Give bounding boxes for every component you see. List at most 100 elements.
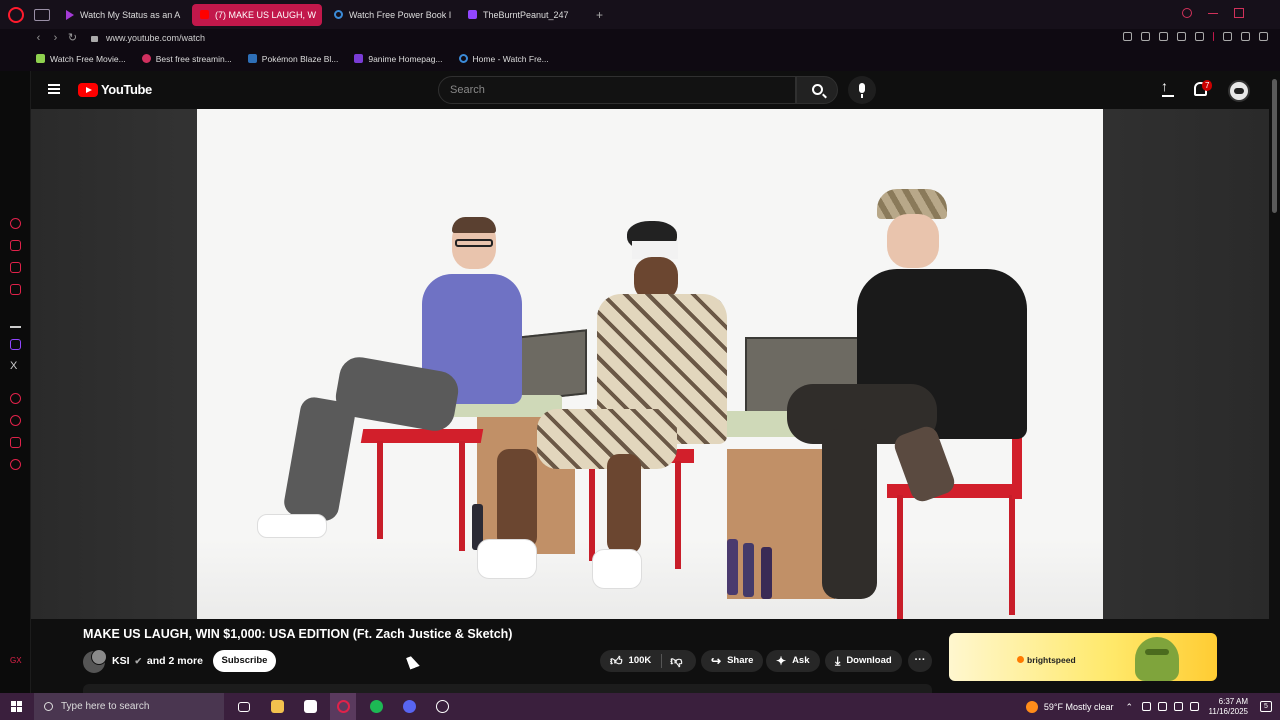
- volume-icon[interactable]: [1189, 702, 1199, 711]
- chair-leg: [459, 441, 465, 551]
- url-field[interactable]: www.youtube.com/watch: [106, 33, 205, 43]
- gx-corner-icon[interactable]: [10, 262, 21, 273]
- minimize-icon[interactable]: [1208, 13, 1218, 15]
- subscribe-button[interactable]: Subscribe: [213, 650, 276, 672]
- file-explorer-icon[interactable]: [264, 693, 290, 720]
- snapshot-icon[interactable]: [1141, 32, 1150, 41]
- history-icon[interactable]: [10, 415, 21, 426]
- bottle: [727, 539, 738, 595]
- discord-icon[interactable]: [396, 693, 422, 720]
- bookmark-item[interactable]: Pokémon Blaze Bl...: [247, 54, 338, 64]
- steam-icon[interactable]: [429, 693, 455, 720]
- heart-icon[interactable]: [1195, 32, 1204, 41]
- account-avatar[interactable]: [1228, 80, 1250, 102]
- channel-label: KSI: [112, 655, 130, 667]
- chair-leg: [897, 495, 903, 619]
- channel-name[interactable]: KSI ✔ and 2 more: [112, 655, 203, 667]
- channel-avatar[interactable]: [83, 649, 107, 673]
- like-icon[interactable]: 👍︎: [610, 650, 623, 672]
- wallet-icon[interactable]: [1223, 32, 1232, 41]
- bag-icon[interactable]: [10, 240, 21, 251]
- opera-logo-icon[interactable]: [8, 6, 24, 23]
- video-frame[interactable]: [197, 109, 1103, 619]
- search-button[interactable]: [796, 76, 838, 104]
- notification-badge: 7: [1202, 80, 1213, 91]
- bookmark-item[interactable]: Watch Free Movie...: [36, 54, 126, 64]
- youtube-logo[interactable]: YouTube: [78, 82, 152, 97]
- vpn-icon[interactable]: [1159, 32, 1168, 41]
- chair-leg: [377, 441, 383, 539]
- page-scrollbar[interactable]: [1269, 71, 1280, 693]
- close-icon[interactable]: [1260, 8, 1270, 18]
- window-controls: [1182, 8, 1270, 18]
- aria-icon[interactable]: [10, 218, 21, 229]
- store-icon[interactable]: [297, 693, 323, 720]
- download-button[interactable]: ⤓ Download: [825, 650, 902, 672]
- messenger-icon[interactable]: [10, 284, 21, 295]
- player-icon[interactable]: [1177, 32, 1186, 41]
- gx-mark-icon[interactable]: GX: [10, 655, 22, 666]
- like-dislike-group: 👍︎ 100K 👎︎: [600, 650, 696, 672]
- forward-icon[interactable]: ›: [47, 32, 64, 44]
- settings-icon[interactable]: [10, 459, 21, 470]
- opera-sidebar: X GX: [0, 71, 31, 693]
- tab-search-icon[interactable]: [1182, 8, 1192, 18]
- scrollbar-thumb[interactable]: [1272, 79, 1277, 213]
- bookmark-item[interactable]: Best free streamin...: [141, 53, 232, 64]
- ask-label: Ask: [792, 655, 810, 666]
- new-tab-button[interactable]: +: [596, 8, 603, 22]
- create-icon[interactable]: [1161, 78, 1174, 97]
- windows-start-icon[interactable]: [11, 701, 22, 712]
- voice-search-button[interactable]: [848, 76, 876, 104]
- reload-icon[interactable]: ↻: [64, 31, 81, 44]
- ad-character-image: [1135, 637, 1179, 681]
- music-player-icon[interactable]: [10, 393, 21, 404]
- taskbar-search-input[interactable]: Type here to search: [34, 693, 224, 720]
- video-player[interactable]: [31, 109, 1269, 619]
- download-icon[interactable]: [1241, 32, 1250, 41]
- tab-watch-my-status[interactable]: Watch My Status as an A: [58, 4, 188, 26]
- search-icon: [44, 702, 53, 711]
- download-label: Download: [846, 655, 892, 666]
- menu-icon[interactable]: [48, 84, 60, 94]
- security-icon[interactable]: [1141, 702, 1151, 711]
- opera-gx-taskbar-icon[interactable]: [330, 693, 356, 720]
- tab-twitch[interactable]: TheBurntPeanut_247: [460, 4, 590, 26]
- clock[interactable]: 6:37 AM 11/16/2025: [1209, 697, 1248, 717]
- dislike-icon[interactable]: 👎︎: [670, 650, 682, 672]
- network-icon[interactable]: [1173, 702, 1183, 711]
- back-icon[interactable]: ‹: [30, 32, 47, 44]
- more-actions-button[interactable]: ···: [908, 650, 932, 672]
- extensions-icon[interactable]: [10, 437, 21, 448]
- bookmarks-bar: Watch Free Movie... Best free streamin..…: [0, 46, 1280, 71]
- restore-icon[interactable]: [1234, 8, 1244, 18]
- weather-text[interactable]: 59°F Mostly clear: [1044, 702, 1114, 712]
- address-bar: ‹ › ↻ www.youtube.com/watch: [0, 29, 1280, 46]
- ring-icon: [334, 10, 343, 19]
- bookmark-label: Best free streamin...: [155, 53, 232, 64]
- youtube-header: YouTube Search 7: [31, 71, 1269, 109]
- bookmark-item[interactable]: 9anime Homepag...: [354, 54, 443, 64]
- ask-button[interactable]: ✦ Ask: [766, 650, 820, 672]
- tab-youtube-active[interactable]: (7) MAKE US LAUGH, W: [192, 3, 322, 26]
- bookmark-item[interactable]: Home - Watch Fre...: [458, 54, 549, 64]
- lock-icon[interactable]: [91, 35, 98, 42]
- tab-menu-icon[interactable]: [34, 8, 50, 21]
- easy-setup-icon[interactable]: [1259, 32, 1268, 41]
- arrow-icon[interactable]: [10, 317, 21, 328]
- sparkle-icon: ✦: [776, 654, 787, 668]
- spotify-icon[interactable]: [363, 693, 389, 720]
- microphone-icon[interactable]: [1157, 702, 1167, 711]
- task-view-icon[interactable]: [231, 693, 257, 720]
- twitch-sidebar-icon[interactable]: [10, 339, 21, 350]
- play-triangle-icon: [66, 9, 74, 20]
- search-input[interactable]: Search: [438, 76, 796, 104]
- description-box[interactable]: [83, 684, 932, 693]
- share-button[interactable]: ↪ Share: [701, 650, 764, 672]
- pin-icon[interactable]: [1123, 32, 1132, 41]
- chevron-up-icon[interactable]: ⌃: [1126, 702, 1135, 712]
- tab-power-book[interactable]: Watch Free Power Book I: [326, 4, 456, 26]
- notification-center-icon[interactable]: 5: [1260, 701, 1272, 712]
- like-count[interactable]: 100K: [629, 650, 652, 672]
- ad-banner[interactable]: brightspeed: [949, 633, 1217, 681]
